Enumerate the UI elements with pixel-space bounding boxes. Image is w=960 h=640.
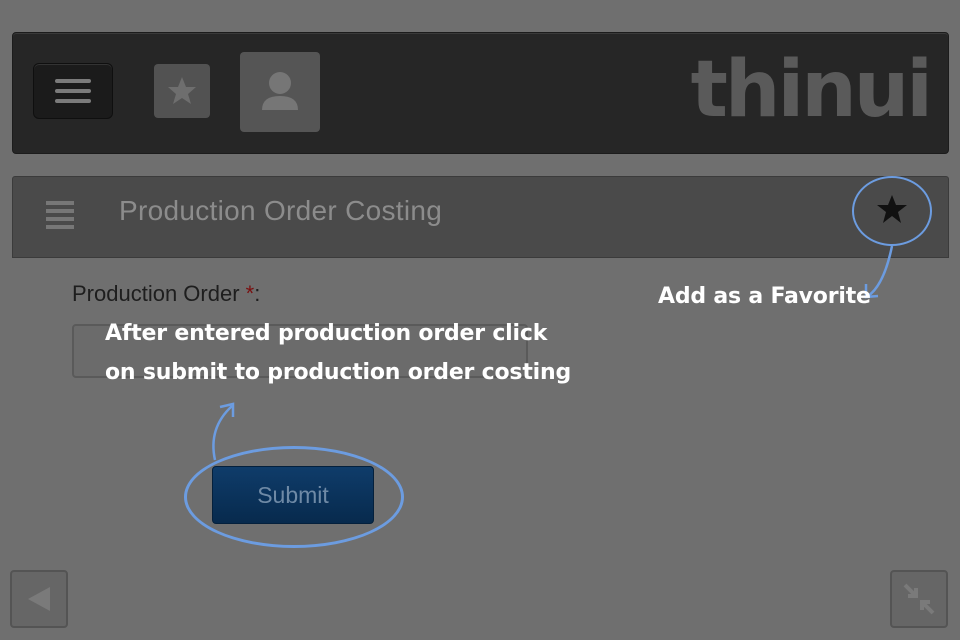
back-arrow-icon <box>28 587 50 611</box>
back-button[interactable] <box>10 570 68 628</box>
collapse-button[interactable] <box>890 570 948 628</box>
submit-hint: After entered production order click on … <box>105 321 571 385</box>
favorite-hint: Add as a Favorite <box>658 284 871 309</box>
collapse-icon <box>903 583 935 615</box>
